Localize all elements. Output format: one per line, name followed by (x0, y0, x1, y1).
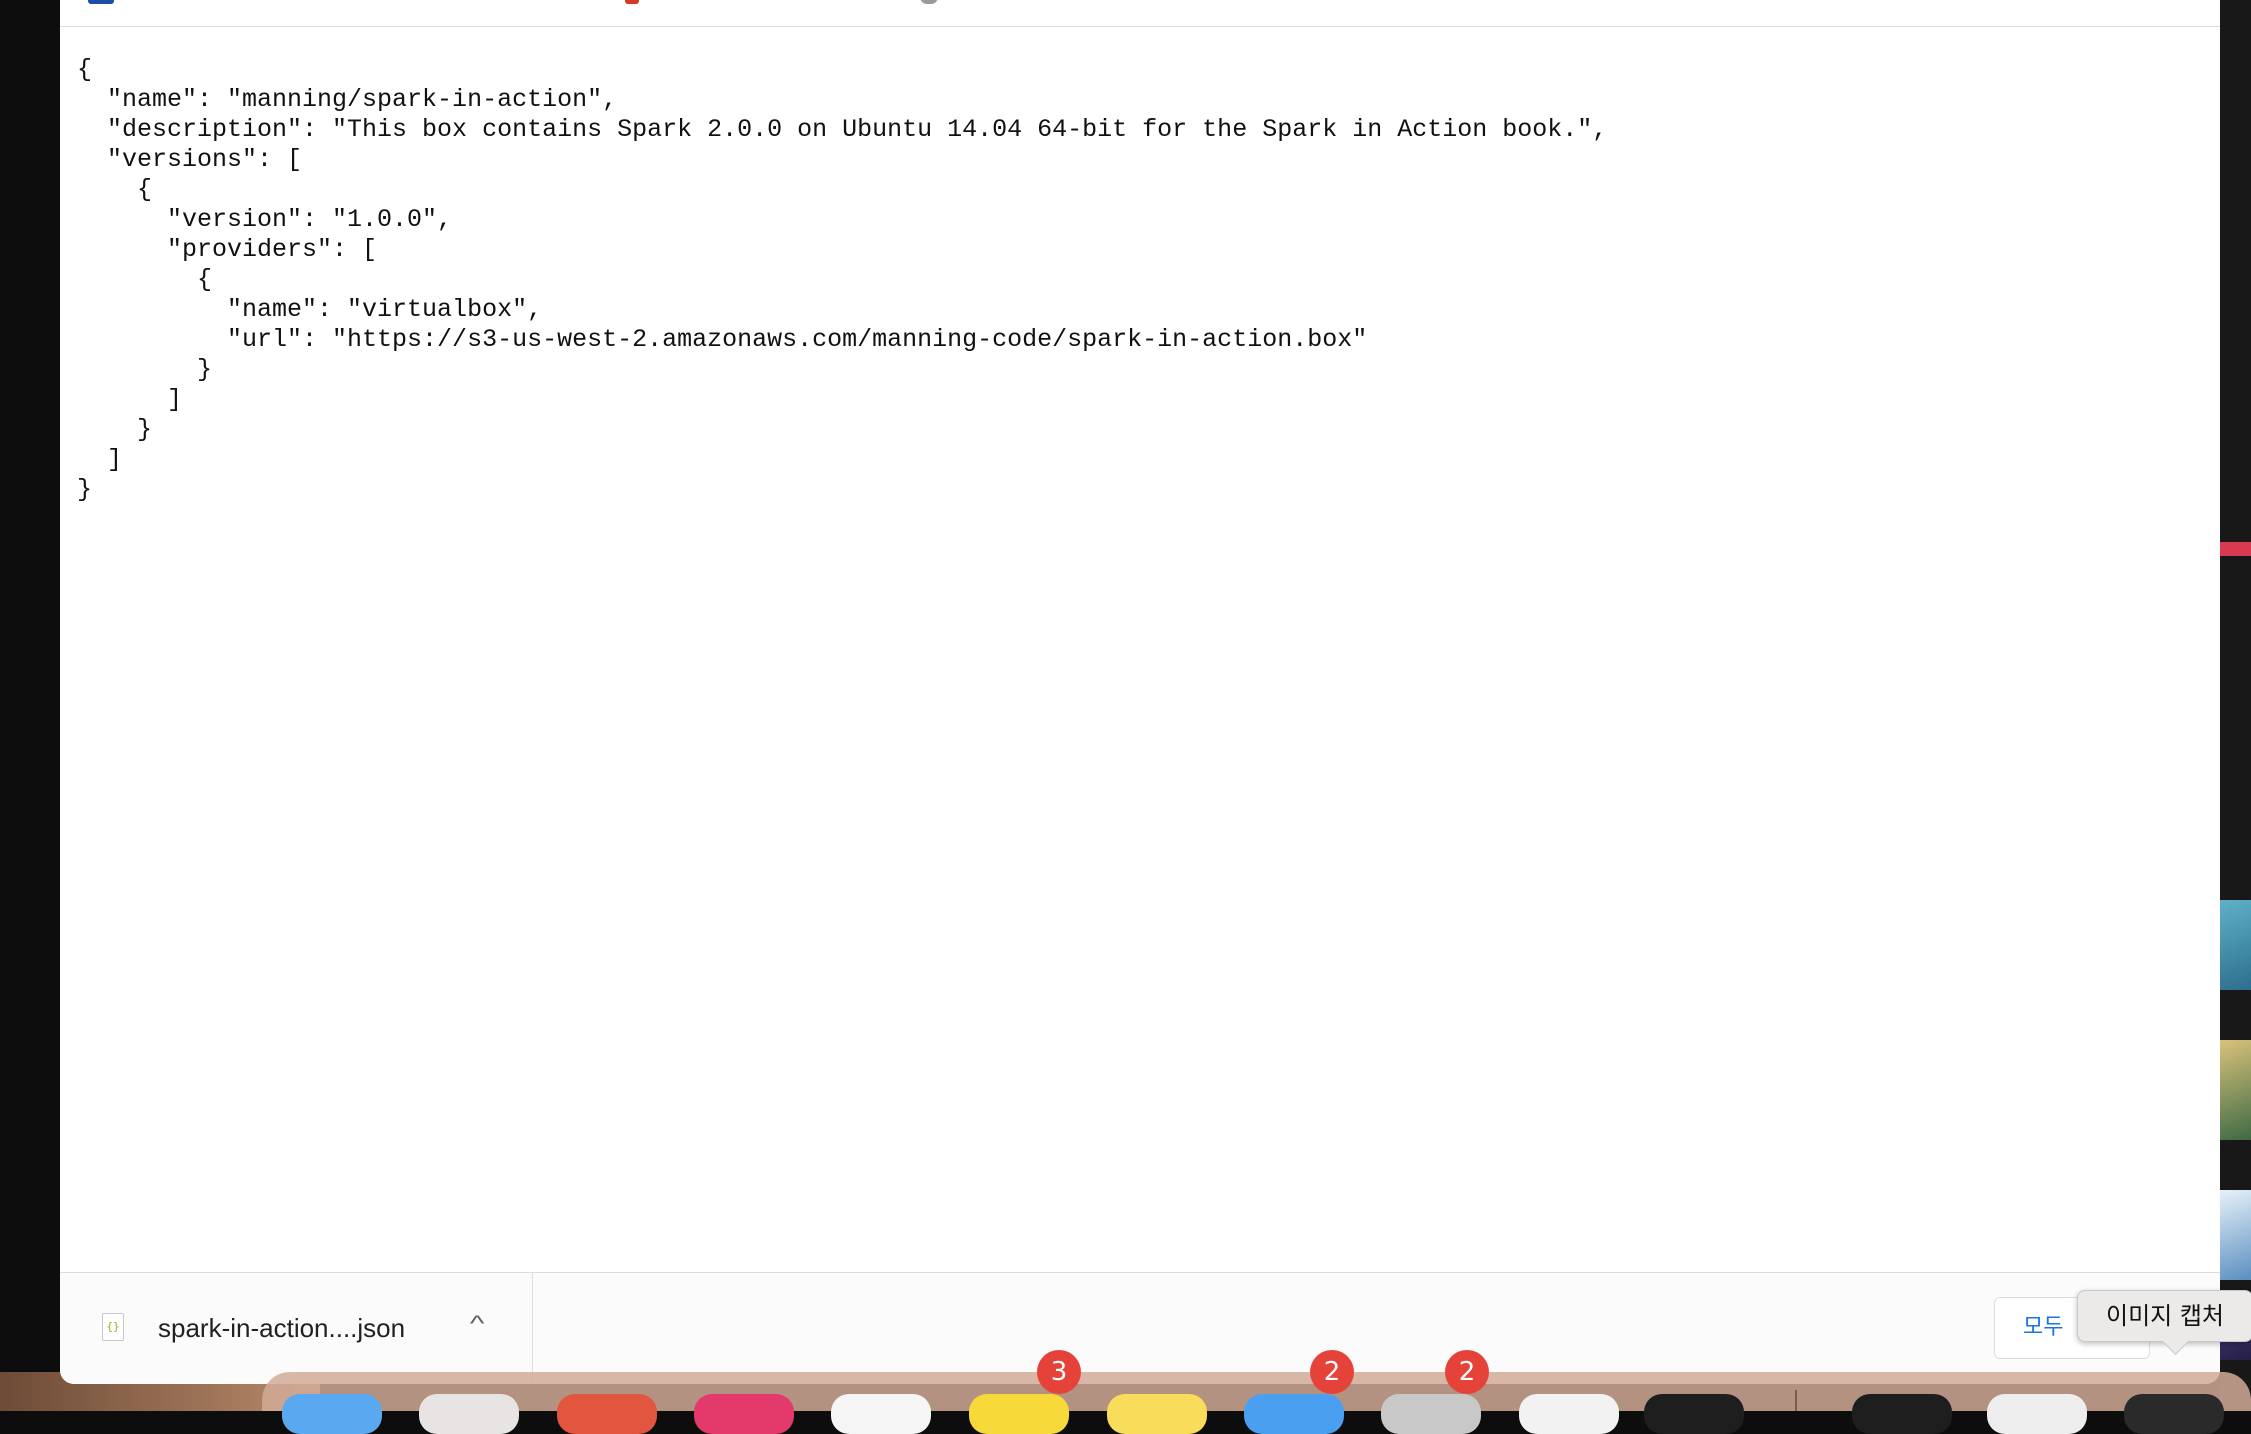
bookmark-favicon[interactable] (625, 0, 639, 4)
json-line: "name": "manning/spark-in-action", (77, 85, 618, 114)
download-item[interactable]: {} spark-in-action....json ^ (60, 1273, 533, 1384)
terminal-icon[interactable] (1644, 1394, 1744, 1434)
dock-separator (1795, 1390, 1797, 1411)
bookmark-favicon[interactable] (88, 0, 114, 4)
browser-window: { "name": "manning/spark-in-action", "de… (60, 0, 2220, 1384)
show-all-label: 모두 (2023, 1315, 2064, 1340)
downloads-icon[interactable] (1987, 1394, 2087, 1434)
chrome-icon[interactable] (557, 1394, 657, 1434)
json-line: ] (77, 385, 183, 414)
notification-badge: 3 (1037, 1350, 1081, 1394)
json-line: } (77, 475, 93, 504)
json-line: "version": "1.0.0", (77, 205, 453, 234)
settings-icon[interactable] (1381, 1394, 1481, 1434)
json-line: "url": "https://s3-us-west-2.amazonaws.c… (77, 325, 1368, 354)
json-file-icon: {} (102, 1313, 124, 1341)
tooltip-text: 이미지 캡처 (2105, 1302, 2225, 1330)
chevron-up-icon[interactable]: ^ (470, 1311, 484, 1337)
json-document: { "name": "manning/spark-in-action", "de… (77, 55, 1607, 505)
desktop-thumbnail (2220, 1040, 2251, 1140)
notes-icon[interactable] (1107, 1394, 1207, 1434)
bookmark-favicon[interactable] (920, 0, 938, 4)
desktop-accent (2220, 542, 2251, 556)
dock (262, 1372, 2251, 1434)
kakaotalk-icon[interactable] (969, 1394, 1069, 1434)
json-line: } (77, 415, 153, 444)
json-line: "providers": [ (77, 235, 378, 264)
download-shelf: {} spark-in-action....json ^ 모두 (60, 1272, 2220, 1384)
notification-badge: 2 (1310, 1350, 1354, 1394)
desktop-thumbnail (2220, 1190, 2251, 1280)
notification-badge: 2 (1445, 1350, 1489, 1394)
desktop-thumbnail (2220, 900, 2251, 990)
tooltip: 이미지 캡처 (2077, 1290, 2251, 1355)
json-line: { (77, 265, 213, 294)
bookmarks-bar (60, 0, 2220, 27)
music-icon[interactable] (694, 1394, 794, 1434)
download-file-name[interactable]: spark-in-action....json (158, 1313, 405, 1344)
appstore-icon[interactable] (1244, 1394, 1344, 1434)
json-line: "name": "virtualbox", (77, 295, 543, 324)
preview-icon[interactable] (1519, 1394, 1619, 1434)
screenshot-icon[interactable] (1852, 1394, 1952, 1434)
finder-icon[interactable] (282, 1394, 382, 1434)
json-line: { (77, 55, 93, 84)
json-line: "description": "This box contains Spark … (77, 115, 1608, 144)
json-line: { (77, 175, 153, 204)
launchpad-icon[interactable] (419, 1394, 519, 1434)
trash-icon[interactable] (2124, 1394, 2224, 1434)
json-line: "versions": [ (77, 145, 303, 174)
safari-icon[interactable] (831, 1394, 931, 1434)
desktop-background-strip (2220, 0, 2251, 1411)
json-line: ] (77, 445, 123, 474)
json-line: } (77, 355, 213, 384)
